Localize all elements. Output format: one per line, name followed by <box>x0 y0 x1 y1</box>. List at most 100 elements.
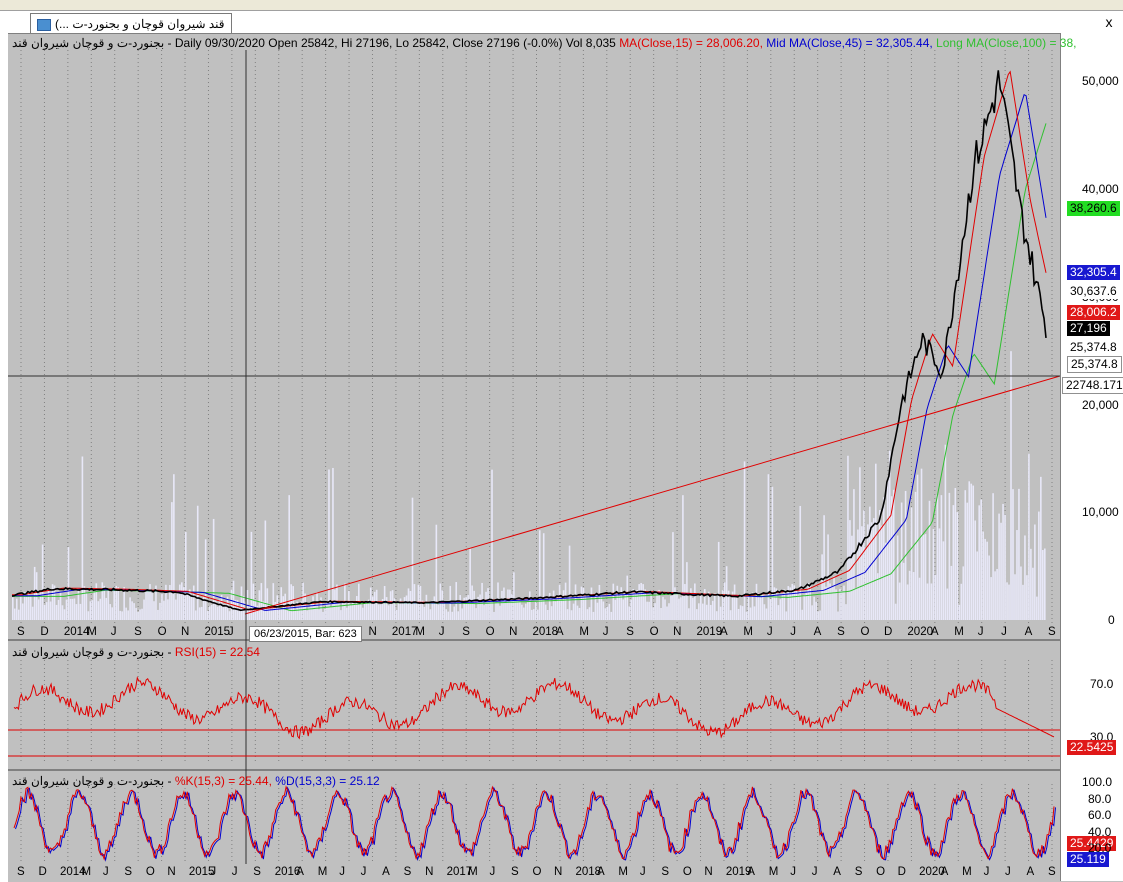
rsi-pane-header: بجنورد-ت و قوچان شیروان قند - RSI(15) = … <box>12 645 260 659</box>
volume-bar <box>753 606 756 620</box>
volume-bar <box>306 610 308 620</box>
volume-bar <box>212 518 215 620</box>
x-tick-label: S <box>134 626 142 638</box>
volume-bar <box>562 590 565 620</box>
volume-bar <box>316 592 318 620</box>
x-tick-label: J <box>231 866 238 878</box>
volume-bar <box>99 598 102 620</box>
volume-bar <box>598 584 601 620</box>
volume-bar <box>475 608 477 620</box>
x-tick-label: J <box>360 866 367 878</box>
volume-bar <box>457 611 460 620</box>
volume-bar <box>634 591 636 620</box>
x-tick-label: S <box>462 626 470 638</box>
volume-bar <box>984 538 986 620</box>
x-tick-label: O <box>876 866 886 878</box>
x-tick-label: J <box>339 866 345 878</box>
volume-bar <box>749 607 752 620</box>
volume-bar <box>334 589 336 620</box>
volume-bar <box>550 606 553 620</box>
volume-bar <box>942 541 945 620</box>
x-tick-label: J <box>489 866 496 878</box>
volume-bar <box>167 599 169 620</box>
volume-bar <box>123 587 125 620</box>
volume-bar <box>719 606 722 620</box>
volume-bar <box>445 609 448 620</box>
volume-bar <box>926 583 929 620</box>
volume-bar <box>427 601 430 620</box>
volume-bar <box>525 603 527 620</box>
volume-bar <box>83 586 86 620</box>
volume-bar <box>501 590 503 620</box>
volume-bar <box>882 497 885 620</box>
volume-bar <box>135 607 137 620</box>
volume-bar <box>389 591 392 620</box>
volume-bar <box>119 610 121 620</box>
volume-bar <box>564 582 567 620</box>
volume-bar <box>578 607 581 620</box>
volume-bar <box>843 585 845 620</box>
volume-bar <box>69 598 72 620</box>
volume-bar <box>21 603 24 620</box>
volume-bar <box>938 528 941 620</box>
volume-bar <box>924 534 927 620</box>
volume-bar <box>757 593 760 620</box>
volume-bar <box>739 605 742 620</box>
short-ma-value-box: 28,006.2 <box>1067 305 1120 320</box>
volume-bar <box>684 584 686 620</box>
volume-bar <box>588 607 591 620</box>
volume-bar <box>628 606 631 620</box>
volume-bar <box>636 590 638 620</box>
volume-bar <box>968 481 971 620</box>
x-tick-label: A <box>719 626 728 638</box>
volume-bar <box>755 583 758 620</box>
volume-bar <box>837 611 839 620</box>
volume-bar <box>278 608 281 620</box>
stoch-tick-label: 60.0 <box>1088 808 1112 822</box>
volume-bar <box>608 603 611 620</box>
volume-bar <box>1014 574 1016 620</box>
volume-bar <box>725 566 728 620</box>
volume-bar <box>964 490 967 620</box>
volume-bar <box>385 597 388 620</box>
volume-bar <box>371 596 374 620</box>
volume-bar <box>723 582 726 620</box>
volume-bar <box>31 606 34 620</box>
volume-bar <box>451 611 454 620</box>
volume-bar <box>141 608 143 620</box>
stoch-prefix: بجنورد-ت و قوچان شیروان قند - <box>12 774 172 788</box>
volume-bar <box>916 474 919 620</box>
volume-bar <box>517 600 519 620</box>
x-tick-label: M <box>743 626 753 638</box>
volume-bar <box>614 599 617 620</box>
volume-bar <box>741 606 744 620</box>
volume-bar <box>314 605 316 620</box>
volume-bar <box>761 593 764 620</box>
volume-bar <box>918 577 921 620</box>
chart-canvas[interactable] <box>0 0 1123 881</box>
volume-bar <box>1026 575 1028 620</box>
volume-bar <box>534 602 537 620</box>
x-tick-label: M <box>618 866 628 878</box>
close-value-box: 27,196 <box>1067 321 1110 336</box>
volume-bar <box>139 609 141 620</box>
volume-bar <box>682 495 684 620</box>
x-tick-label: J <box>438 626 445 638</box>
volume-bar <box>676 593 678 620</box>
x-tick-label: N <box>673 626 682 638</box>
volume-bar <box>433 596 436 620</box>
volume-bar <box>1006 582 1008 620</box>
x-tick-label: S <box>17 866 25 878</box>
volume-bar <box>75 604 78 620</box>
x-tick-label: A <box>833 866 841 878</box>
volume-bar <box>262 601 265 620</box>
volume-bar <box>996 568 998 620</box>
volume-bar <box>532 609 535 620</box>
volume-bar <box>379 604 382 620</box>
volume-bar <box>892 489 895 620</box>
level-value-box: 25,374.8 <box>1067 340 1120 355</box>
volume-bar <box>928 500 931 620</box>
volume-bar <box>874 463 877 620</box>
volume-bar <box>37 599 40 620</box>
volume-bar <box>1034 524 1036 620</box>
